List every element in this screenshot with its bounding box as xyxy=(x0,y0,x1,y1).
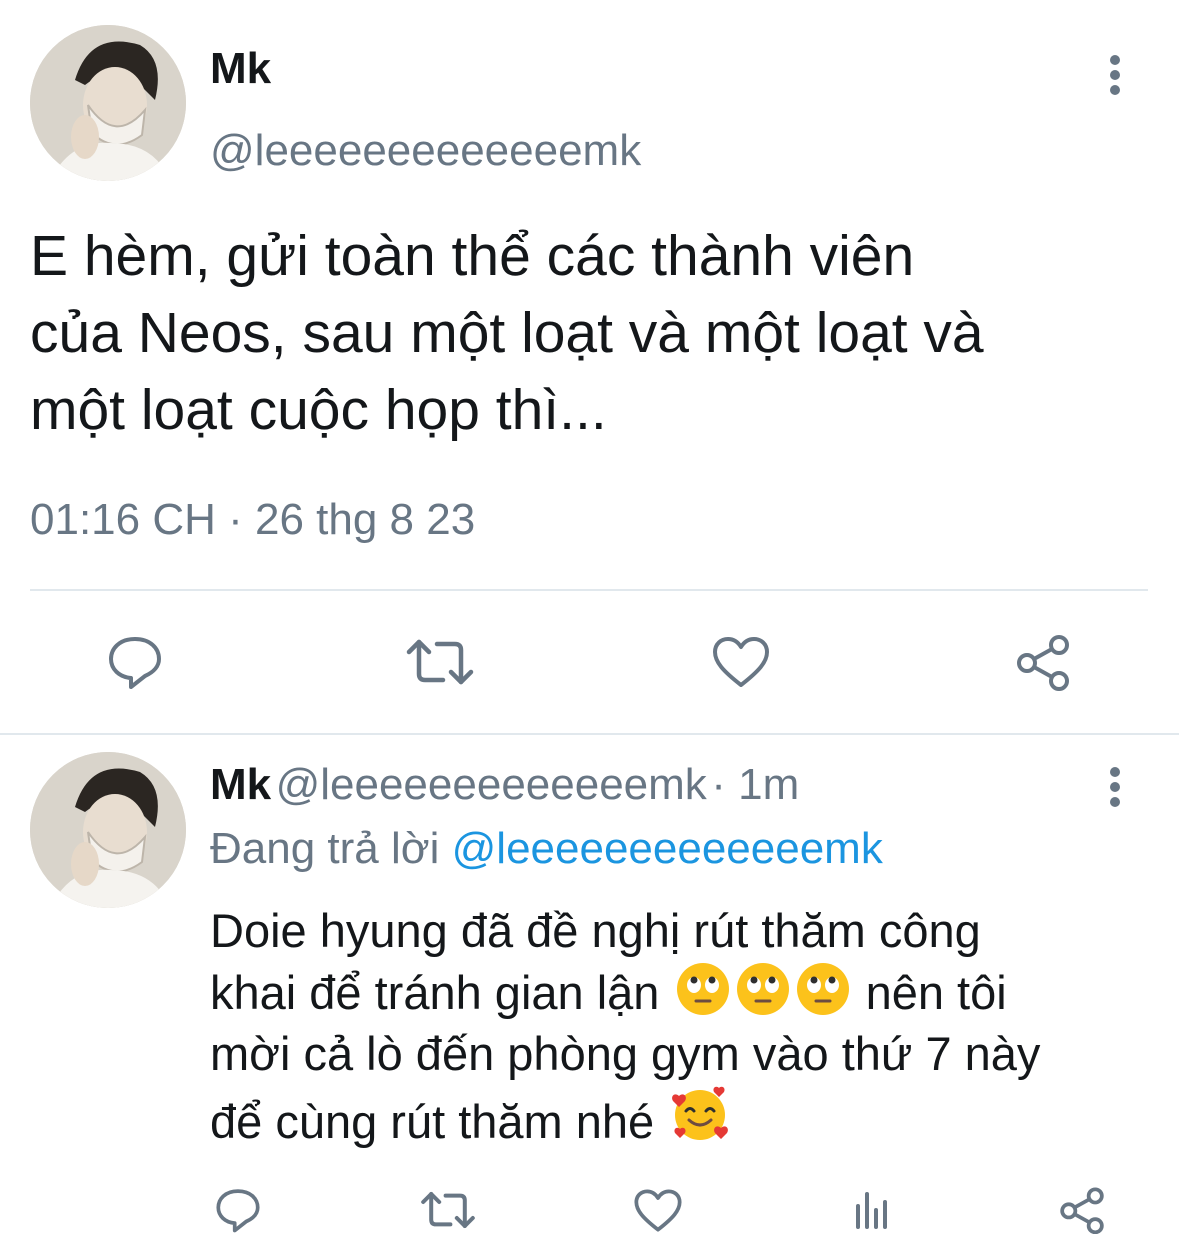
reply-text-line: mời cả lò đến phòng gym vào thứ 7 này xyxy=(210,1027,1041,1080)
tweet-timestamp[interactable]: 01:16 CH · 26 thg 8 23 xyxy=(30,495,475,545)
rolling-eyes-emoji-icon xyxy=(795,961,851,1017)
divider xyxy=(0,733,1179,735)
reply-text-segment: để cùng rút thăm nhé xyxy=(210,1095,655,1148)
display-name[interactable]: Mk xyxy=(210,760,271,809)
share-icon[interactable] xyxy=(1008,630,1078,694)
tweet-text: E hèm, gửi toàn thể các thành viên của N… xyxy=(30,218,1170,449)
reply-text-segment: khai để tránh gian lận xyxy=(210,966,660,1019)
avatar[interactable] xyxy=(30,25,186,181)
reply-icon[interactable] xyxy=(210,1184,266,1236)
share-icon[interactable] xyxy=(1054,1184,1110,1236)
replying-to-link[interactable]: @leeeeeeeeeeeeemk xyxy=(452,824,883,873)
time-ago[interactable]: · 1m xyxy=(711,760,799,809)
reply-icon[interactable] xyxy=(100,630,170,694)
user-handle[interactable]: @leeeeeeeeeeeeemk xyxy=(210,126,641,176)
retweet-icon[interactable] xyxy=(400,630,480,694)
replying-prefix: Đang trả lời xyxy=(210,824,440,873)
more-options-icon[interactable] xyxy=(1100,764,1130,834)
more-options-icon[interactable] xyxy=(1100,52,1130,122)
reply-text: Doie hyung đã đề nghị rút thăm công khai… xyxy=(210,900,1170,1152)
tweet-text-line: E hèm, gửi toàn thể các thành viên xyxy=(30,224,915,288)
display-name[interactable]: Mk xyxy=(210,44,271,94)
retweet-icon[interactable] xyxy=(418,1184,478,1236)
rolling-eyes-emoji-icon xyxy=(735,961,791,1017)
replying-to: Đang trả lời @leeeeeeeeeeeeemk xyxy=(210,824,883,874)
user-handle[interactable]: @leeeeeeeeeeeeemk xyxy=(276,760,707,809)
reply-header: Mk @leeeeeeeeeeeeemk · 1m xyxy=(210,760,799,810)
avatar[interactable] xyxy=(30,752,186,908)
smiling-face-with-hearts-emoji-icon xyxy=(669,1084,731,1146)
reply-text-line: Doie hyung đã đề nghị rút thăm công xyxy=(210,904,981,957)
reply-text-segment: nên tôi xyxy=(865,966,1007,1019)
divider xyxy=(30,589,1148,591)
like-icon[interactable] xyxy=(630,1184,686,1236)
tweet-text-line: của Neos, sau một loạt và một loạt và xyxy=(30,301,984,365)
like-icon[interactable] xyxy=(706,630,776,694)
rolling-eyes-emoji-icon xyxy=(675,961,731,1017)
tweet-text-line: một loạt cuộc họp thì... xyxy=(30,378,607,442)
reply-text-line-4: để cùng rút thăm nhé xyxy=(210,1084,1170,1152)
reply-text-line-2: khai để tránh gian lận nên tôi xyxy=(210,961,1170,1023)
analytics-icon[interactable] xyxy=(846,1184,896,1236)
